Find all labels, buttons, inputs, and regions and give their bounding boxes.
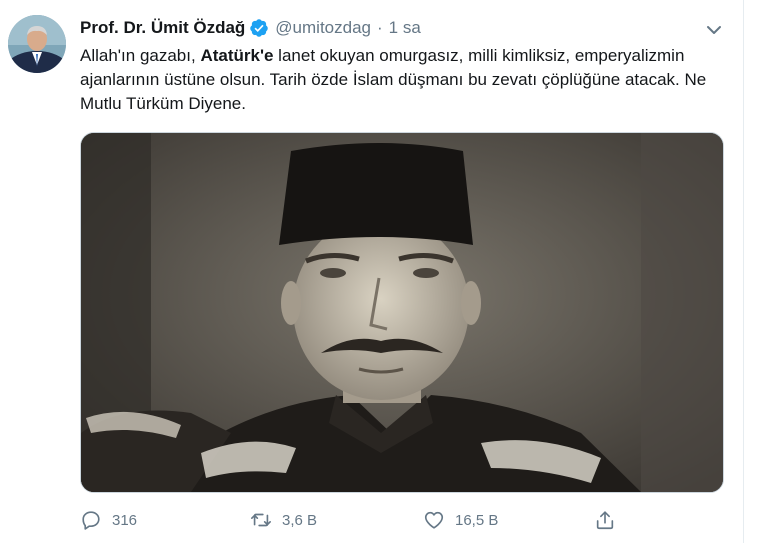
separator-dot: ·	[377, 18, 383, 37]
avatar[interactable]	[8, 15, 66, 73]
verified-badge-icon	[249, 18, 269, 38]
share-button[interactable]	[594, 506, 626, 534]
like-button[interactable]: 16,5 B	[423, 506, 498, 534]
tweet-actions: 316 3,6 B 16,5 B	[80, 506, 720, 534]
retweet-button[interactable]: 3,6 B	[250, 506, 317, 534]
chevron-down-icon[interactable]	[704, 20, 724, 40]
retweet-count: 3,6 B	[282, 511, 318, 529]
reply-button[interactable]: 316	[80, 506, 137, 534]
retweet-icon	[251, 513, 271, 527]
share-icon	[596, 511, 614, 530]
tweet-photo[interactable]	[80, 132, 724, 493]
tweet-text-bold[interactable]: Atatürk'e	[200, 46, 273, 65]
tweet-text: Allah'ın gazabı, Atatürk'e lanet okuyan …	[80, 44, 730, 116]
timeline-border	[743, 0, 744, 543]
heart-icon	[424, 511, 444, 529]
like-count: 16,5 B	[455, 511, 499, 529]
tweet-text-start: Allah'ın gazabı,	[80, 46, 201, 65]
reply-icon	[82, 511, 100, 530]
tweet-time[interactable]: 1 sa	[389, 18, 421, 38]
author-name[interactable]: Prof. Dr. Ümit Özdağ	[80, 18, 245, 38]
sepia-portrait-photo-icon	[81, 133, 723, 492]
author-handle[interactable]: @umitozdag	[275, 18, 371, 38]
reply-count: 316	[112, 511, 138, 529]
tweet-header: Prof. Dr. Ümit Özdağ @umitozdag · 1 sa	[80, 16, 421, 40]
